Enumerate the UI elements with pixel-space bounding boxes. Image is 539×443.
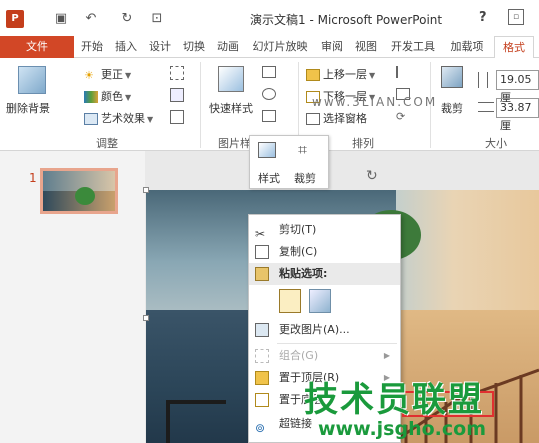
picture-layout-icon[interactable]	[262, 110, 276, 122]
group-picture-styles-label: 图片样	[218, 137, 251, 150]
send-to-back-icon	[255, 393, 269, 407]
remove-background-button[interactable]: 删除背景	[6, 100, 50, 116]
paste-as-picture-icon[interactable]	[309, 289, 331, 313]
height-icon	[478, 72, 488, 88]
rotate-handle-icon[interactable]: ↻	[366, 168, 378, 184]
artistic-effects-button[interactable]: 艺术效果 ▼	[84, 110, 153, 126]
picture-border-icon[interactable]	[262, 66, 276, 78]
paste-icon	[255, 267, 269, 281]
width-input[interactable]: 33.87 厘	[496, 98, 539, 132]
change-picture-icon[interactable]	[170, 88, 184, 102]
compress-icon[interactable]	[170, 66, 184, 80]
tab-view[interactable]: 视图	[352, 36, 380, 58]
ribbon-tabs: 文件 开始 插入 设计 切换 动画 幻灯片放映 审阅 视图 开发工具 加载项 格…	[0, 36, 539, 59]
redo-icon[interactable]: ↻	[118, 10, 136, 28]
menu-item-paste-options: 粘贴选项:	[249, 263, 400, 285]
selection-pane-button[interactable]: 选择窗格	[306, 110, 367, 126]
separator	[200, 62, 201, 148]
height-input[interactable]: 19.05 厘	[496, 70, 539, 104]
watermark-url: www.jsgho.com	[318, 418, 486, 440]
watermark-top: www.3LIAN.COM	[312, 95, 438, 109]
picture-effects-icon[interactable]	[262, 88, 276, 100]
group-size-label: 大小	[485, 137, 507, 150]
mini-toolbar: ⌗ 样式 裁剪	[249, 135, 329, 189]
tab-format[interactable]: 格式	[494, 36, 534, 59]
menu-item-group: 组合(G) ▶	[249, 345, 400, 367]
tab-review[interactable]: 审阅	[318, 36, 346, 58]
group-arrange-label: 排列	[352, 137, 374, 150]
resize-handle[interactable]	[143, 315, 149, 321]
mini-style-button[interactable]: 样式	[258, 170, 280, 186]
corrections-button[interactable]: ☀ 更正 ▼	[84, 66, 131, 82]
artistic-icon	[84, 113, 98, 125]
crop-icon	[441, 66, 463, 88]
watermark-logo-text: 技术员联盟	[304, 380, 484, 420]
bring-forward-button[interactable]: 上移一层 ▼	[306, 66, 375, 82]
bring-forward-icon	[306, 69, 320, 81]
tab-animations[interactable]: 动画	[214, 36, 242, 58]
powerpoint-icon: P	[6, 10, 24, 28]
selection-pane-icon	[306, 113, 320, 125]
undo-icon[interactable]: ↶	[82, 10, 100, 28]
sun-icon: ☀	[84, 69, 94, 82]
restore-icon[interactable]: ▫	[508, 9, 524, 25]
tab-addins[interactable]: 加载项	[446, 36, 488, 58]
tab-transitions[interactable]: 切换	[180, 36, 208, 58]
title-bar: P ▣ ↶ ↻ ⊡ 演示文稿1 - Microsoft PowerPoint ?…	[0, 0, 539, 36]
help-button[interactable]: ?	[479, 10, 487, 25]
slide-number: 1	[29, 171, 37, 185]
paste-keep-format-icon[interactable]	[279, 289, 301, 313]
style-icon[interactable]	[258, 142, 276, 158]
color-icon	[84, 91, 98, 103]
tab-file[interactable]: 文件	[0, 36, 74, 58]
window-title: 演示文稿1 - Microsoft PowerPoint	[250, 13, 443, 27]
rotate-icon[interactable]: ⟳	[396, 110, 410, 123]
present-icon[interactable]: ⊡	[148, 10, 166, 28]
tab-slideshow[interactable]: 幻灯片放映	[248, 36, 312, 58]
crop-icon[interactable]: ⌗	[298, 140, 307, 160]
remove-background-icon	[18, 66, 46, 94]
mini-crop-button[interactable]: 裁剪	[294, 170, 316, 186]
reset-picture-icon[interactable]	[170, 110, 184, 124]
menu-item-change-picture[interactable]: 更改图片(A)...	[249, 319, 400, 341]
align-icon[interactable]	[396, 66, 410, 78]
quick-styles-button[interactable]: 快速样式	[209, 100, 253, 116]
tab-developer[interactable]: 开发工具	[386, 36, 440, 58]
menu-item-copy[interactable]: 复制(C)	[249, 241, 400, 263]
slide-thumbnail[interactable]	[40, 168, 118, 214]
group-icon	[255, 349, 269, 363]
tab-insert[interactable]: 插入	[112, 36, 140, 58]
crop-button[interactable]: 裁剪	[441, 100, 463, 116]
width-icon	[478, 102, 494, 112]
tab-design[interactable]: 设计	[146, 36, 174, 58]
group-adjust-label: 调整	[96, 137, 118, 150]
resize-handle[interactable]	[143, 187, 149, 193]
bring-to-front-icon	[255, 371, 269, 385]
submenu-arrow-icon: ▶	[383, 351, 390, 360]
menu-divider	[277, 343, 397, 344]
save-icon[interactable]: ▣	[52, 10, 70, 28]
menu-item-cut[interactable]: ✂ 剪切(T)	[249, 219, 400, 241]
color-button[interactable]: 颜色 ▼	[84, 88, 131, 104]
hyperlink-icon: ⊚	[255, 421, 266, 435]
copy-icon	[255, 245, 269, 259]
tab-home[interactable]: 开始	[78, 36, 106, 58]
change-picture-icon	[255, 323, 269, 337]
quick-styles-icon	[218, 66, 244, 92]
scissors-icon: ✂	[255, 227, 266, 241]
